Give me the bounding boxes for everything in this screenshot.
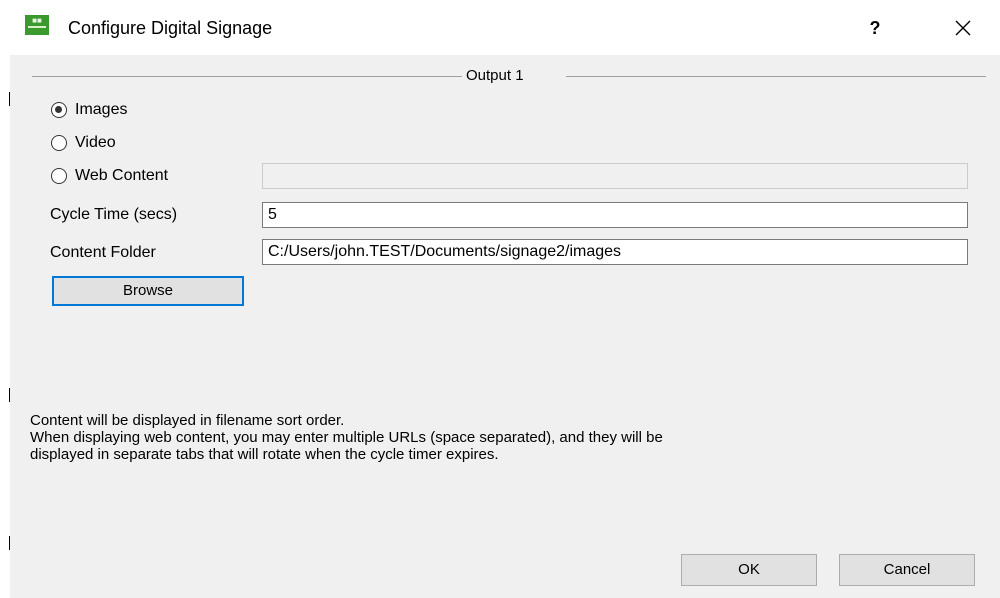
cancel-button[interactable]: Cancel (839, 554, 975, 586)
radio-video[interactable]: Video (51, 132, 116, 154)
cycle-time-label: Cycle Time (secs) (50, 206, 178, 223)
group-box-border (32, 76, 462, 77)
ok-button[interactable]: OK (681, 554, 817, 586)
radio-unchecked-icon (51, 168, 67, 184)
radio-checked-icon (51, 102, 67, 118)
radio-label: Images (75, 101, 128, 118)
close-icon (955, 20, 971, 36)
cycle-time-input[interactable]: 5 (262, 202, 968, 228)
radio-images[interactable]: Images (51, 99, 127, 121)
group-title: Output 1 (466, 67, 524, 84)
title-bar[interactable]: ■■ Configure Digital Signage ? (10, 0, 1000, 55)
help-button[interactable]: ? (855, 12, 895, 44)
configure-digital-signage-dialog: ■■ Configure Digital Signage ? Output 1 … (10, 0, 1000, 598)
help-text-line: When displaying web content, you may ent… (30, 429, 663, 446)
group-box-border (566, 76, 986, 77)
content-folder-input[interactable]: C:/Users/john.TEST/Documents/signage2/im… (262, 239, 968, 265)
browse-button[interactable]: Browse (52, 276, 244, 306)
app-logo-icon: ■■ (25, 15, 49, 35)
radio-label: Web Content (75, 167, 169, 184)
web-content-input[interactable] (262, 163, 968, 189)
window-title: Configure Digital Signage (68, 18, 273, 38)
help-text-line: Content will be displayed in filename so… (30, 412, 345, 429)
radio-unchecked-icon (51, 135, 67, 151)
radio-label: Video (75, 134, 116, 151)
close-button[interactable] (940, 12, 986, 44)
help-text-line: displayed in separate tabs that will rot… (30, 446, 499, 463)
radio-web-content[interactable]: Web Content (51, 165, 168, 187)
help-text: Content will be displayed in filename so… (30, 412, 990, 463)
content-folder-label: Content Folder (50, 244, 156, 261)
